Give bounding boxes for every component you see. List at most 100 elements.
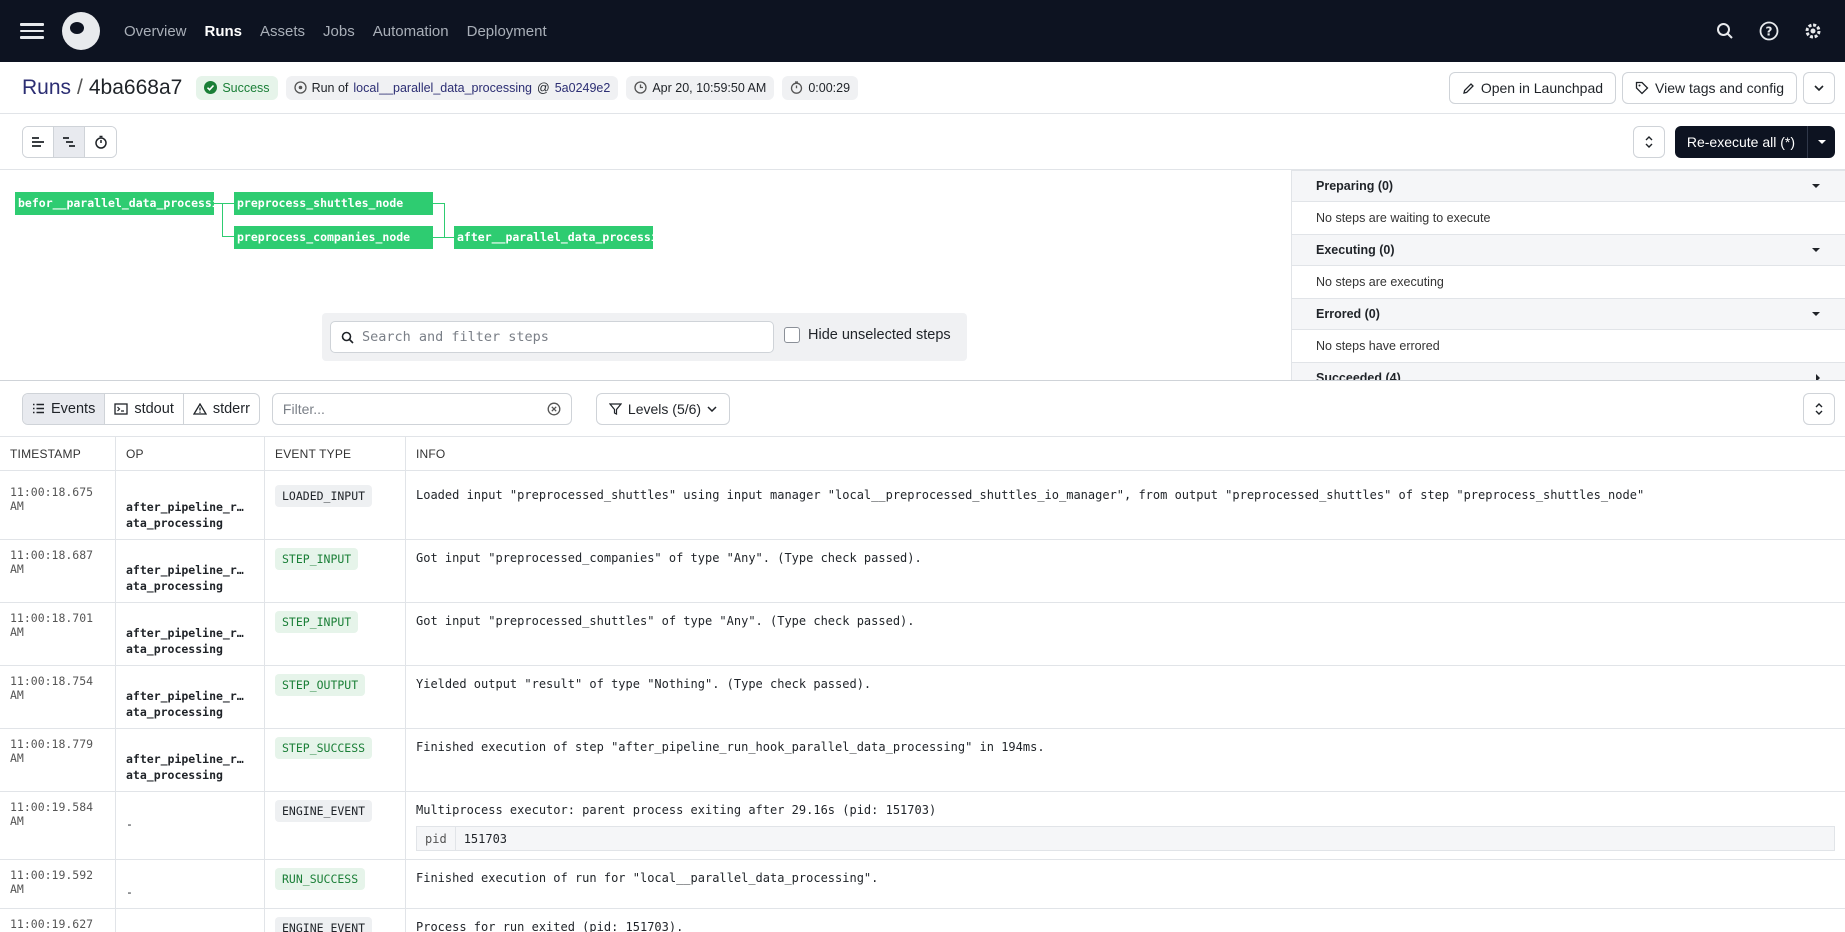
step-node-preprocess-shuttles[interactable]: preprocess_shuttles_node <box>234 192 433 215</box>
event-type-cell: ENGINE_EVENT <box>265 909 406 932</box>
timestamp-cell: 11:00:19.592 AM <box>0 860 116 908</box>
info-text: Loaded input "preprocessed_shuttles" usi… <box>416 488 1645 502</box>
search-icon <box>341 331 354 344</box>
op-cell[interactable]: after_pipeline_r…ata_processing <box>116 729 265 791</box>
table-row[interactable]: 11:00:19.592 AM - RUN_SUCCESS Finished exec… <box>0 860 1845 909</box>
pencil-icon <box>1462 82 1474 94</box>
info-text: Got input "preprocessed_companies" of ty… <box>416 551 922 565</box>
op-cell[interactable]: - <box>116 909 265 932</box>
gantt-area: befor__parallel_data_processing preproce… <box>0 170 1845 381</box>
op-cell[interactable]: after_pipeline_r…ata_processing <box>116 666 265 728</box>
op-cell[interactable]: - <box>116 860 265 908</box>
breadcrumb-runs-link[interactable]: Runs <box>22 76 71 99</box>
timer-view-button[interactable] <box>85 126 116 157</box>
info-cell: Process for run exited (pid: 151703). <box>406 909 1845 932</box>
table-row[interactable]: 11:00:19.584 AM - ENGINE_EVENT Multiprocess… <box>0 792 1845 860</box>
section-preparing[interactable]: Preparing (0) <box>1292 170 1845 202</box>
column-header-info: INFO <box>416 447 446 461</box>
info-text: Multiprocess executor: parent process ex… <box>416 803 937 817</box>
timestamp-cell: 11:00:18.701 AM <box>0 603 116 665</box>
reexecute-dropdown[interactable] <box>1807 126 1835 158</box>
section-executing[interactable]: Executing (0) <box>1292 234 1845 266</box>
step-node-preprocess-companies[interactable]: preprocess_companies_node <box>234 226 433 249</box>
nav-assets[interactable]: Assets <box>260 23 305 40</box>
op-cell[interactable]: - <box>116 792 265 859</box>
reexecute-all-button[interactable]: Re-execute all (*) <box>1675 126 1807 158</box>
align-left-icon <box>32 136 44 147</box>
event-type-cell: STEP_INPUT <box>265 603 406 665</box>
info-text: Process for run exited (pid: 151703). <box>416 920 684 932</box>
menu-icon[interactable] <box>20 23 44 39</box>
op-cell[interactable]: after_pipeline_r…ata_processing <box>116 603 265 665</box>
more-actions-button[interactable] <box>1803 72 1835 104</box>
log-table-body: 11:00:18.675 AM after_pipeline_r…ata_proc… <box>0 471 1845 932</box>
step-node-after[interactable]: after__parallel_data_processing <box>454 226 653 249</box>
table-row[interactable]: 11:00:18.754 AM after_pipeline_r…ata_proc… <box>0 666 1845 729</box>
event-type-badge: ENGINE_EVENT <box>275 800 373 822</box>
tab-events[interactable]: Events <box>23 393 106 424</box>
table-row[interactable]: 11:00:18.675 AM after_pipeline_r…ata_proc… <box>0 477 1845 540</box>
op-cell[interactable]: after_pipeline_r…ata_processing <box>116 477 265 539</box>
step-search-input[interactable]: Search and filter steps <box>330 321 774 353</box>
nav-jobs[interactable]: Jobs <box>323 23 355 40</box>
list-view-button[interactable] <box>23 126 54 157</box>
event-type-cell: STEP_OUTPUT <box>265 666 406 728</box>
table-row[interactable]: 11:00:18.779 AM after_pipeline_r…ata_proc… <box>0 729 1845 792</box>
section-errored[interactable]: Errored (0) <box>1292 298 1845 330</box>
section-errored-body: No steps have errored <box>1316 339 1440 353</box>
warning-icon <box>192 402 207 415</box>
search-icon[interactable] <box>1713 19 1737 43</box>
view-tags-and-config-button[interactable]: View tags and config <box>1622 72 1797 104</box>
job-icon <box>293 81 307 94</box>
table-row[interactable]: 11:00:18.687 AM after_pipeline_r…ata_proc… <box>0 540 1845 603</box>
breadcrumb: Runs/4ba668a7 <box>22 75 183 99</box>
info-cell: Loaded input "preprocessed_shuttles" usi… <box>406 477 1845 539</box>
levels-dropdown[interactable]: Levels (5/6) <box>595 392 731 425</box>
chevron-down-icon <box>707 405 717 412</box>
log-filter-input[interactable]: Filter... <box>271 392 572 425</box>
event-type-cell: ENGINE_EVENT <box>265 792 406 859</box>
metadata-key: pid <box>417 827 456 850</box>
settings-gear-icon[interactable] <box>1801 19 1825 43</box>
start-time-tag: Apr 20, 10:59:50 AM <box>626 75 775 100</box>
open-in-launchpad-button[interactable]: Open in Launchpad <box>1448 72 1617 104</box>
timestamp-cell: 11:00:19.584 AM <box>0 792 116 859</box>
column-header-op: OP <box>116 437 265 470</box>
help-icon[interactable]: ? <box>1757 19 1781 43</box>
info-text: Finished execution of run for "local__pa… <box>416 871 879 885</box>
nav-runs[interactable]: Runs <box>205 23 243 40</box>
tab-stderr[interactable]: stderr <box>184 394 259 424</box>
expand-logs-button[interactable] <box>1803 393 1835 425</box>
dagster-logo[interactable] <box>62 12 100 50</box>
table-row[interactable]: 11:00:19.627 AM-ENGINE_EVENT Process for … <box>0 909 1845 932</box>
section-executing-body: No steps are executing <box>1316 275 1444 289</box>
snapshot-link[interactable]: 5a0249e2 <box>555 81 611 95</box>
caret-down-icon <box>1812 248 1820 252</box>
nav-links: Overview Runs Assets Jobs Automation Dep… <box>124 23 547 40</box>
info-text: Finished execution of step "after_pipeli… <box>416 740 1045 754</box>
section-succeeded[interactable]: Succeeded (4) <box>1292 362 1845 380</box>
timestamp-cell: 11:00:18.779 AM <box>0 729 116 791</box>
info-cell: Got input "preprocessed_shuttles" of typ… <box>406 603 1845 665</box>
waterfall-view-button[interactable] <box>54 126 85 157</box>
tab-stdout[interactable]: stdout <box>105 393 184 424</box>
hide-unselected-toggle[interactable]: Hide unselected steps <box>784 327 951 343</box>
event-type-badge: RUN_SUCCESS <box>275 868 366 890</box>
event-type-cell: STEP_SUCCESS <box>265 729 406 791</box>
hide-unselected-checkbox[interactable] <box>784 327 800 343</box>
metadata-table: pid 151703 <box>416 826 1835 851</box>
timestamp-cell: 11:00:18.675 AM <box>0 477 116 539</box>
nav-automation[interactable]: Automation <box>373 23 449 40</box>
info-cell: Multiprocess executor: parent process ex… <box>406 792 1845 859</box>
reexecute-button-group: Re-execute all (*) <box>1674 126 1835 158</box>
table-row[interactable]: 11:00:18.701 AM after_pipeline_r…ata_proc… <box>0 603 1845 666</box>
job-link[interactable]: local__parallel_data_processing <box>353 81 532 95</box>
op-cell[interactable]: after_pipeline_r…ata_processing <box>116 540 265 602</box>
expand-collapse-button[interactable] <box>1632 126 1665 158</box>
step-status-sidebar: Preparing (0) No steps are waiting to ex… <box>1291 170 1845 380</box>
step-node-before[interactable]: befor__parallel_data_processing <box>15 192 214 215</box>
run-of-tag: Run of local__parallel_data_processing @… <box>285 75 619 100</box>
nav-overview[interactable]: Overview <box>124 23 187 40</box>
nav-deployment[interactable]: Deployment <box>467 23 547 40</box>
edge-connector <box>433 203 445 237</box>
